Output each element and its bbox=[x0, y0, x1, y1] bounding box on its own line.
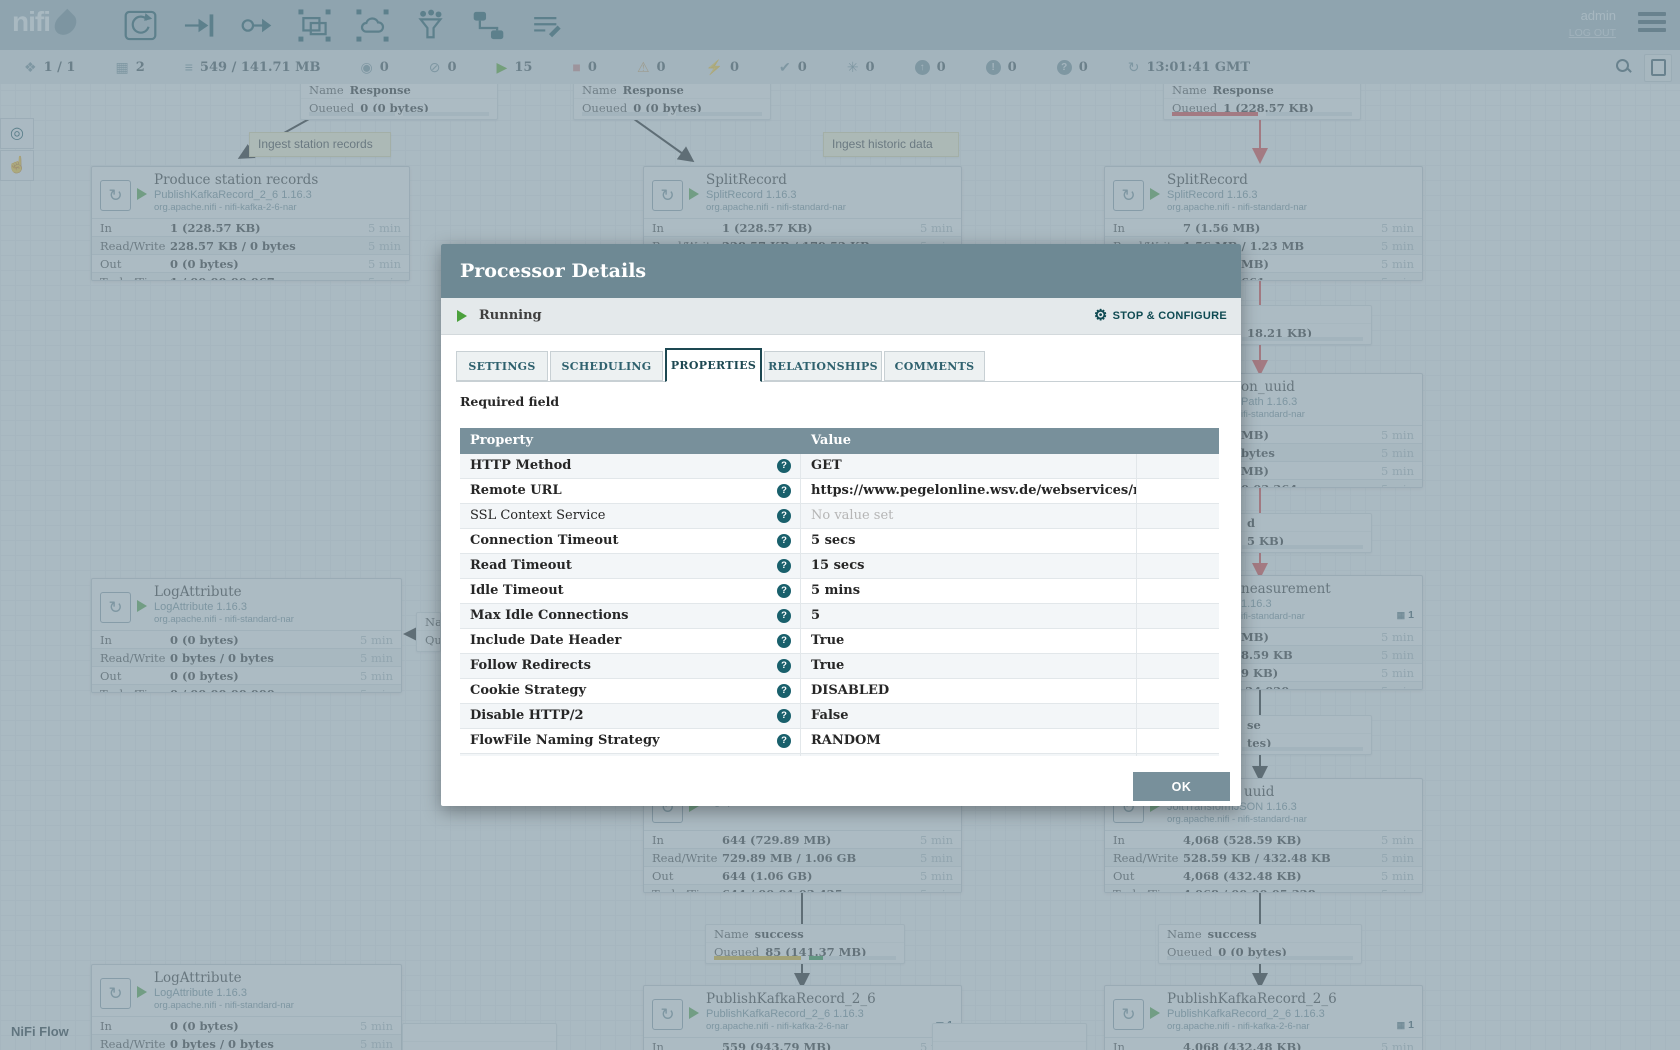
property-name-cell: Read Timeout? bbox=[460, 554, 801, 578]
help-icon[interactable]: ? bbox=[777, 734, 791, 748]
property-row: Attributes to Send?No value set bbox=[460, 754, 1219, 756]
row-gutter bbox=[1137, 529, 1219, 553]
property-name-cell: Remote URL? bbox=[460, 479, 801, 503]
row-gutter bbox=[1137, 654, 1219, 678]
gear-icon: ⚙ bbox=[1094, 308, 1108, 323]
property-value-cell: No value set bbox=[801, 504, 1137, 528]
help-icon[interactable]: ? bbox=[777, 459, 791, 473]
property-name-cell: Idle Timeout? bbox=[460, 579, 801, 603]
property-row: Disable HTTP/2?False bbox=[460, 704, 1219, 729]
property-row: Max Idle Connections?5 bbox=[460, 604, 1219, 629]
property-name-cell: Max Idle Connections? bbox=[460, 604, 801, 628]
property-row: SSL Context Service?No value set bbox=[460, 504, 1219, 529]
help-icon[interactable]: ? bbox=[777, 609, 791, 623]
help-icon[interactable]: ? bbox=[777, 659, 791, 673]
property-row: HTTP Method?GET bbox=[460, 454, 1219, 479]
property-value-cell: https://www.pegelonline.wsv.de/webservic… bbox=[801, 479, 1137, 503]
property-name-cell: Follow Redirects? bbox=[460, 654, 801, 678]
tab-scheduling[interactable]: SCHEDULING bbox=[550, 351, 663, 381]
property-value-cell: True bbox=[801, 629, 1137, 653]
processor-details-dialog: Processor Details Running ⚙ STOP & CONFI… bbox=[441, 244, 1241, 806]
property-name: Connection Timeout bbox=[470, 533, 618, 548]
property-name-cell: Attributes to Send? bbox=[460, 754, 801, 756]
help-icon[interactable]: ? bbox=[777, 559, 791, 573]
property-row: Connection Timeout?5 secs bbox=[460, 529, 1219, 554]
property-row: Read Timeout?15 secs bbox=[460, 554, 1219, 579]
property-name-cell: HTTP Method? bbox=[460, 454, 801, 478]
property-name: Cookie Strategy bbox=[470, 683, 586, 698]
property-name: Include Date Header bbox=[470, 633, 621, 648]
property-value-cell: DISABLED bbox=[801, 679, 1137, 703]
value-column-header: Value bbox=[801, 428, 1137, 454]
property-name-cell: Cookie Strategy? bbox=[460, 679, 801, 703]
property-value-cell: False bbox=[801, 704, 1137, 728]
property-row: Follow Redirects?True bbox=[460, 654, 1219, 679]
property-name: Idle Timeout bbox=[470, 583, 564, 598]
property-row: Remote URL?https://www.pegelonline.wsv.d… bbox=[460, 479, 1219, 504]
property-value-cell: 5 mins bbox=[801, 579, 1137, 603]
help-icon[interactable]: ? bbox=[777, 509, 791, 523]
help-icon[interactable]: ? bbox=[777, 584, 791, 598]
property-row: FlowFile Naming Strategy?RANDOM bbox=[460, 729, 1219, 754]
property-row: Include Date Header?True bbox=[460, 629, 1219, 654]
property-value-cell: GET bbox=[801, 454, 1137, 478]
property-row: Cookie Strategy?DISABLED bbox=[460, 679, 1219, 704]
help-icon[interactable]: ? bbox=[777, 534, 791, 548]
help-icon[interactable]: ? bbox=[777, 684, 791, 698]
ok-button[interactable]: OK bbox=[1133, 772, 1230, 801]
row-gutter bbox=[1137, 629, 1219, 653]
tab-properties[interactable]: PROPERTIES bbox=[665, 348, 762, 382]
run-state-label: Running bbox=[479, 308, 542, 323]
row-gutter bbox=[1137, 579, 1219, 603]
stop-configure-button[interactable]: ⚙ STOP & CONFIGURE bbox=[1094, 308, 1227, 323]
row-gutter bbox=[1137, 704, 1219, 728]
property-value-cell: 15 secs bbox=[801, 554, 1137, 578]
row-gutter bbox=[1137, 754, 1219, 756]
property-value-cell: 5 secs bbox=[801, 529, 1137, 553]
property-row: Idle Timeout?5 mins bbox=[460, 579, 1219, 604]
stop-configure-label: STOP & CONFIGURE bbox=[1113, 310, 1227, 322]
dialog-title: Processor Details bbox=[441, 244, 1241, 298]
property-value-cell: True bbox=[801, 654, 1137, 678]
properties-table: Property Value HTTP Method?GETRemote URL… bbox=[460, 428, 1219, 756]
property-name-cell: Include Date Header? bbox=[460, 629, 801, 653]
property-name: SSL Context Service bbox=[470, 508, 605, 523]
property-name-cell: SSL Context Service? bbox=[460, 504, 801, 528]
help-icon[interactable]: ? bbox=[777, 634, 791, 648]
dialog-status-row: Running ⚙ STOP & CONFIGURE bbox=[441, 298, 1241, 335]
property-name-cell: Disable HTTP/2? bbox=[460, 704, 801, 728]
property-name-cell: Connection Timeout? bbox=[460, 529, 801, 553]
row-gutter bbox=[1137, 679, 1219, 703]
tab-relationships[interactable]: RELATIONSHIPS bbox=[764, 351, 882, 381]
property-value-cell: 5 bbox=[801, 604, 1137, 628]
property-name: Max Idle Connections bbox=[470, 608, 629, 623]
tab-comments[interactable]: COMMENTS bbox=[884, 351, 985, 381]
property-value-cell: No value set bbox=[801, 754, 1137, 756]
row-gutter bbox=[1137, 604, 1219, 628]
property-name: Disable HTTP/2 bbox=[470, 708, 584, 723]
help-icon[interactable]: ? bbox=[777, 484, 791, 498]
property-name: FlowFile Naming Strategy bbox=[470, 733, 660, 748]
required-field-note: Required field bbox=[460, 394, 559, 409]
dialog-tabs: SETTINGSSCHEDULINGPROPERTIESRELATIONSHIP… bbox=[456, 348, 1241, 382]
row-gutter bbox=[1137, 554, 1219, 578]
tab-settings[interactable]: SETTINGS bbox=[456, 351, 548, 381]
row-gutter bbox=[1137, 479, 1219, 503]
property-value-cell: RANDOM bbox=[801, 729, 1137, 753]
help-icon[interactable]: ? bbox=[777, 709, 791, 723]
property-name: HTTP Method bbox=[470, 458, 571, 473]
properties-table-header: Property Value bbox=[460, 428, 1219, 454]
property-name: Remote URL bbox=[470, 483, 562, 498]
property-name-cell: FlowFile Naming Strategy? bbox=[460, 729, 801, 753]
row-gutter bbox=[1137, 729, 1219, 753]
row-gutter bbox=[1137, 454, 1219, 478]
row-gutter bbox=[1137, 504, 1219, 528]
property-column-header: Property bbox=[460, 428, 801, 454]
property-name: Follow Redirects bbox=[470, 658, 591, 673]
running-icon bbox=[457, 310, 467, 322]
property-name: Read Timeout bbox=[470, 558, 572, 573]
